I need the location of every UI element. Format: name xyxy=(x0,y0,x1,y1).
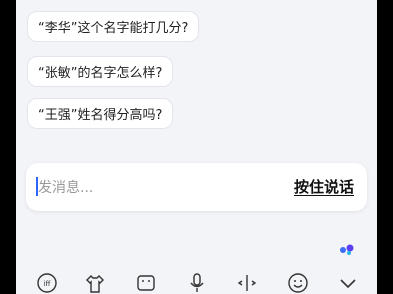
suggestion-label: “李华”这个名字能打几分? xyxy=(38,21,189,36)
message-input-box[interactable]: 发消息... 按住说话 xyxy=(26,163,367,211)
suggestion-label: “张敏”的名字怎么样? xyxy=(38,66,163,81)
smiley-icon[interactable] xyxy=(287,272,309,294)
chevron-down-icon[interactable] xyxy=(337,272,359,294)
svg-text:iff: iff xyxy=(44,280,51,288)
suggestion-chip-2[interactable]: “张敏”的名字怎么样? xyxy=(27,56,174,87)
screen-edge-left xyxy=(0,0,16,294)
emoji-keyboard-icon[interactable] xyxy=(135,272,157,294)
assistant-sparkle-icon[interactable] xyxy=(339,243,355,257)
suggestion-label: “王强”姓名得分高吗? xyxy=(38,108,163,123)
message-placeholder: 发消息... xyxy=(38,180,94,196)
suggestion-chip-3[interactable]: “王强”姓名得分高吗? xyxy=(27,98,174,129)
cursor-move-icon[interactable] xyxy=(236,272,258,294)
clothes-icon[interactable] xyxy=(84,272,106,294)
keyboard-switch-icon[interactable]: iff xyxy=(36,272,58,294)
screen-edge-right xyxy=(377,0,393,294)
suggestion-chip-1[interactable]: “李华”这个名字能打几分? xyxy=(27,11,200,42)
hold-to-talk-button[interactable]: 按住说话 xyxy=(294,176,354,197)
microphone-icon[interactable] xyxy=(186,272,208,294)
keyboard-toolbar: iff xyxy=(16,264,377,294)
